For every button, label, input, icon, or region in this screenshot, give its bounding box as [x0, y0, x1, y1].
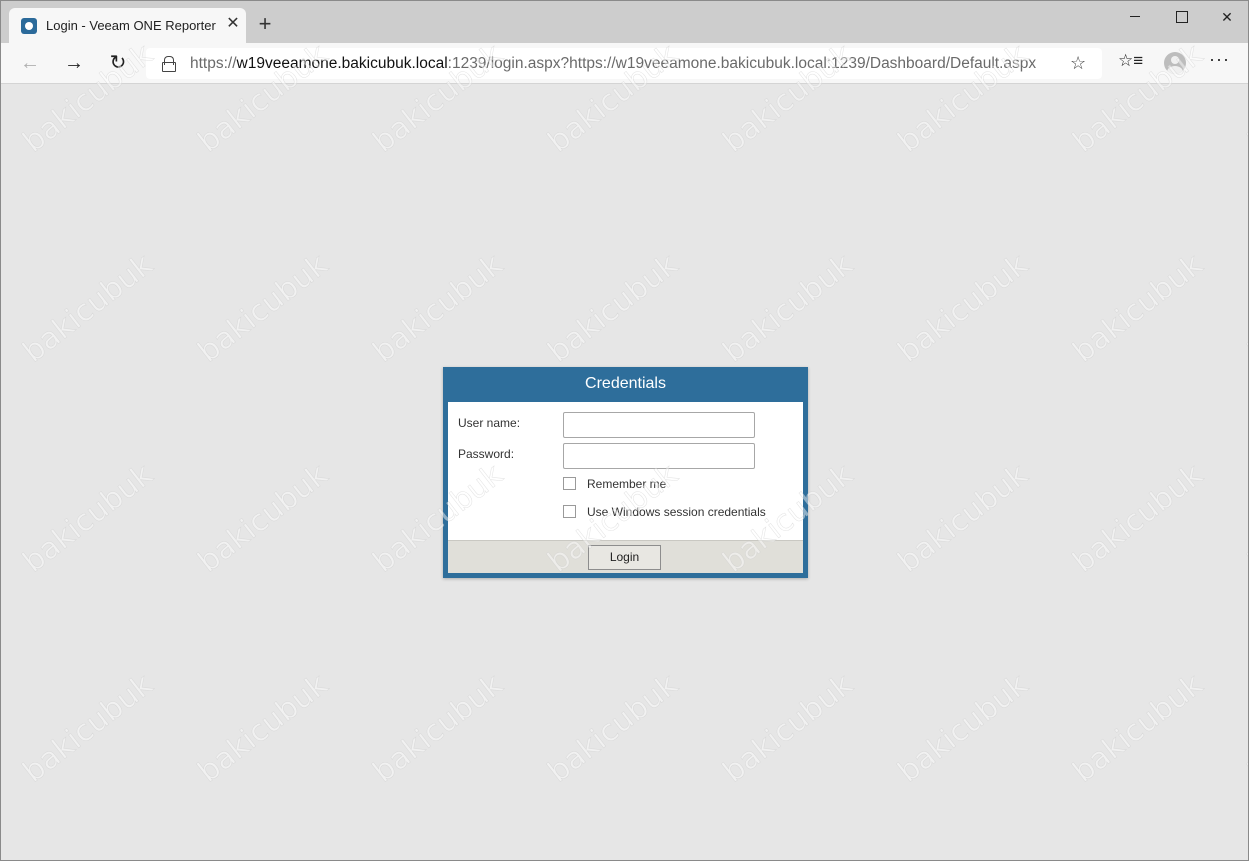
watermark-text: bakicubuk [891, 457, 1035, 580]
watermark-text: bakicubuk [366, 247, 510, 370]
profile-icon[interactable] [1164, 52, 1186, 74]
windows-credentials-checkbox[interactable] [563, 505, 576, 518]
star-icon[interactable]: ☆ [1070, 53, 1086, 74]
new-tab-button[interactable]: + [253, 13, 277, 37]
watermark-text: bakicubuk [1066, 247, 1210, 370]
browser-window: Login - Veeam ONE Reporter ✕ + ✕ ← → ↻ h… [0, 0, 1249, 861]
remember-me-checkbox[interactable] [563, 477, 576, 490]
tab-strip: Login - Veeam ONE Reporter ✕ + ✕ [1, 1, 1248, 43]
address-toolbar: ← → ↻ https://w19veeamone.bakicubuk.loca… [1, 43, 1248, 84]
url-path: :1239/login.aspx?https://w19veeamone.bak… [447, 55, 1037, 72]
watermark-text: bakicubuk [716, 247, 860, 370]
watermark-text: bakicubuk [891, 247, 1035, 370]
remember-me-label[interactable]: Remember me [587, 477, 666, 491]
password-label: Password: [458, 447, 515, 461]
more-icon[interactable]: ··· [1209, 49, 1230, 70]
password-input[interactable] [563, 443, 755, 469]
watermark-text: bakicubuk [16, 247, 160, 370]
watermark-text: bakicubuk [366, 667, 510, 790]
address-bar[interactable]: https://w19veeamone.bakicubuk.local:1239… [146, 48, 1102, 79]
watermark-text: bakicubuk [541, 247, 685, 370]
dialog-title: Credentials [585, 375, 666, 392]
watermark-text: bakicubuk [891, 667, 1035, 790]
veeam-favicon-icon [21, 18, 37, 34]
minimize-button[interactable] [1112, 1, 1158, 33]
watermark-text: bakicubuk [191, 457, 335, 580]
dialog-body: User name: Password: Remember me Use Win… [448, 402, 803, 540]
username-label: User name: [458, 416, 521, 430]
login-button[interactable]: Login [588, 545, 661, 570]
username-input[interactable] [563, 412, 755, 438]
close-window-button[interactable]: ✕ [1204, 1, 1248, 33]
url-host: w19veeamone.bakicubuk.local [236, 55, 448, 72]
reload-icon[interactable]: ↻ [103, 49, 133, 79]
watermark-text: bakicubuk [1241, 667, 1249, 790]
watermark-text: bakicubuk [1241, 457, 1249, 580]
watermark-text: bakicubuk [1241, 247, 1249, 370]
watermark-text: bakicubuk [16, 457, 160, 580]
forward-arrow-icon[interactable]: → [59, 49, 89, 79]
favorites-icon[interactable]: ☆≡ [1118, 51, 1143, 71]
back-arrow-icon[interactable]: ← [15, 49, 45, 79]
watermark-text: bakicubuk [191, 667, 335, 790]
watermark-text: bakicubuk [716, 667, 860, 790]
watermark-text: bakicubuk [1066, 667, 1210, 790]
watermark-text: bakicubuk [1066, 457, 1210, 580]
watermark-text: bakicubuk [16, 667, 160, 790]
maximize-button[interactable] [1158, 1, 1204, 33]
tab-close-icon[interactable]: ✕ [224, 15, 242, 33]
watermark-text: bakicubuk [541, 667, 685, 790]
watermark-text: bakicubuk [191, 247, 335, 370]
url-scheme: https:// [190, 55, 237, 72]
credentials-dialog: Credentials User name: Password: Remembe… [443, 367, 808, 578]
windows-credentials-label[interactable]: Use Windows session credentials [587, 505, 766, 519]
lock-icon[interactable] [162, 56, 176, 72]
browser-tab[interactable]: Login - Veeam ONE Reporter ✕ [9, 8, 246, 43]
dialog-footer: Login [448, 540, 803, 573]
url-text[interactable]: https://w19veeamone.bakicubuk.local:1239… [190, 55, 1036, 73]
tab-title: Login - Veeam ONE Reporter [46, 18, 216, 33]
